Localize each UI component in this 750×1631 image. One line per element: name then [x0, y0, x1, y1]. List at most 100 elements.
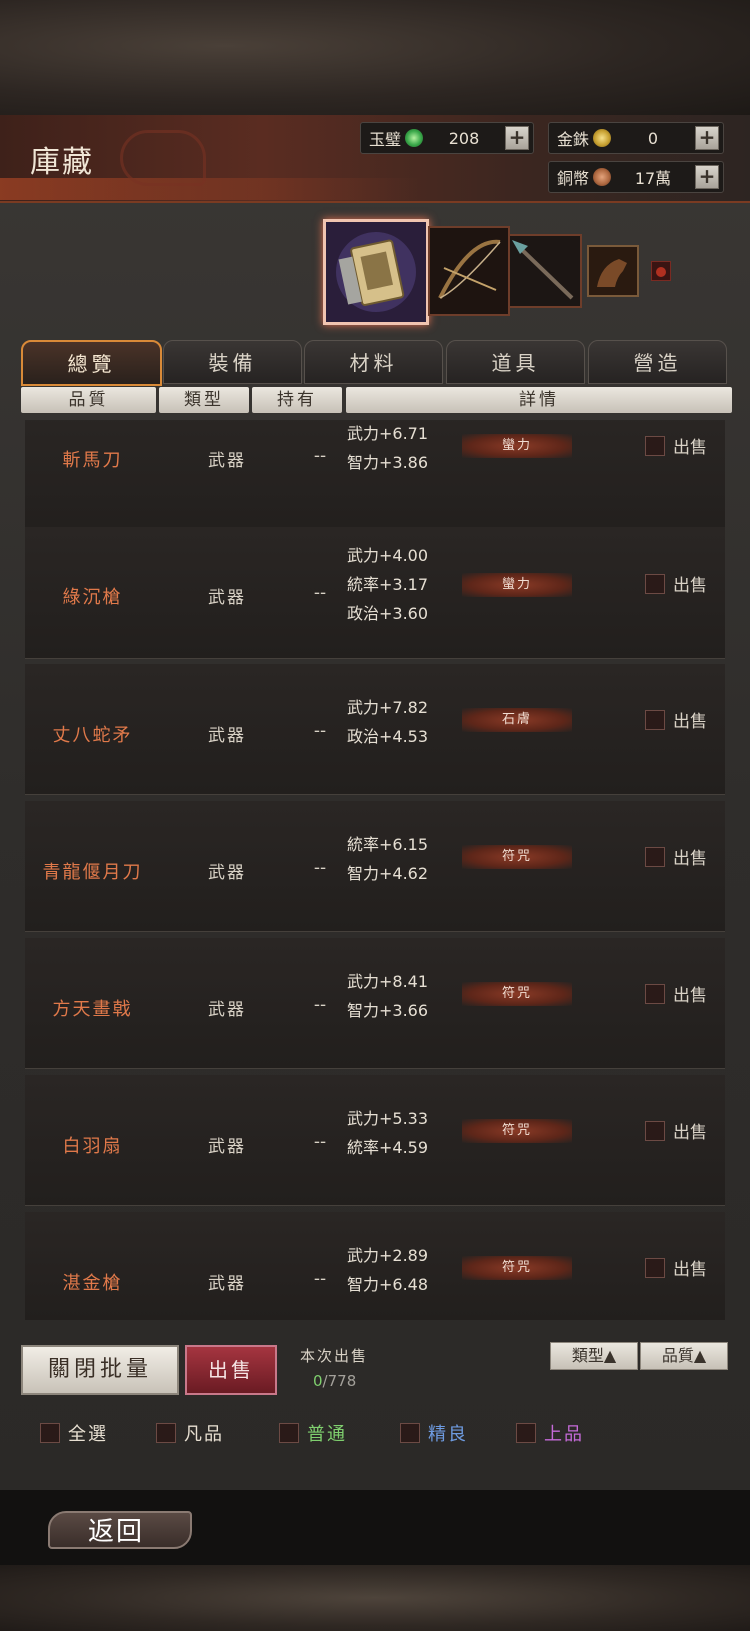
filter-normal[interactable]: 普通 [279, 1420, 347, 1446]
stat-line: 統率+3.17 [347, 575, 429, 594]
sort-by-type-button[interactable]: 類型▲ [550, 1342, 638, 1370]
sell-checkbox[interactable]: 出售 [645, 844, 707, 869]
filter-label: 全選 [68, 1424, 108, 1445]
stat-line: 武力+7.82 [347, 698, 429, 717]
currency-value: 208 [448, 128, 480, 148]
currency-label: 金銖 [557, 130, 590, 149]
column-holding[interactable]: 持有 [252, 387, 342, 413]
checkbox-icon[interactable] [645, 709, 665, 730]
add-jade-button[interactable]: + [505, 126, 529, 150]
tab-equipment[interactable]: 裝備 [163, 340, 302, 384]
item-type: 武器 [208, 451, 246, 471]
item-row[interactable]: 白羽扇 武器 -- 武力+5.33 統率+4.59 符咒 出售 [25, 1075, 725, 1206]
tab-overview[interactable]: 總覽 [21, 340, 162, 386]
category-spear-thumb[interactable] [508, 234, 582, 308]
item-row[interactable]: 湛金槍 武器 -- 武力+2.89 智力+6.48 符咒 出售 [25, 1212, 725, 1320]
item-stats: 武力+6.71 智力+3.86 [347, 420, 477, 477]
item-row[interactable]: 丈八蛇矛 武器 -- 武力+7.82 政治+4.53 石膚 出售 [25, 664, 725, 795]
checkbox-icon[interactable] [156, 1423, 176, 1443]
sell-label: 出售 [673, 1260, 707, 1280]
category-bow-thumb[interactable] [428, 226, 510, 316]
stat-line: 武力+6.71 [347, 424, 429, 443]
stat-line: 武力+4.00 [347, 546, 429, 565]
item-row[interactable]: 青龍偃月刀 武器 -- 統率+6.15 智力+4.62 符咒 出售 [25, 801, 725, 932]
sell-checkbox[interactable]: 出售 [645, 981, 707, 1006]
jade-coin-icon [405, 129, 424, 147]
item-stats: 統率+6.15 智力+4.62 [347, 830, 477, 888]
category-mount-thumb[interactable] [587, 245, 639, 297]
header-glow [0, 178, 420, 200]
category-book-thumb[interactable] [323, 219, 429, 325]
sell-label: 出售 [673, 576, 707, 596]
filter-superior[interactable]: 上品 [516, 1420, 584, 1446]
column-type[interactable]: 類型 [159, 387, 249, 413]
tab-items[interactable]: 道具 [446, 340, 585, 384]
book-icon [326, 222, 426, 322]
item-type: 武器 [208, 726, 246, 746]
sort-by-quality-button[interactable]: 品質▲ [640, 1342, 728, 1370]
item-list[interactable]: 斬馬刀 武器 -- 武力+6.71 智力+3.86 蠻力 出售 綠沉槍 武器 -… [25, 420, 725, 1320]
checkbox-icon[interactable] [645, 846, 665, 867]
checkbox-icon[interactable] [400, 1423, 420, 1443]
checkbox-icon[interactable] [645, 573, 665, 594]
add-gold-button[interactable]: + [695, 126, 719, 150]
currency-label: 銅幣 [557, 169, 590, 188]
stat-line: 武力+2.89 [347, 1246, 429, 1265]
sell-checkbox[interactable]: 出售 [645, 433, 707, 458]
filter-label: 精良 [428, 1424, 468, 1445]
stat-line: 政治+4.53 [347, 727, 429, 746]
item-row[interactable]: 綠沉槍 武器 -- 武力+4.00 統率+3.17 政治+3.60 蠻力 出售 [25, 527, 725, 659]
close-batch-button[interactable]: 關閉批量 [21, 1345, 179, 1395]
add-copper-button[interactable]: + [695, 165, 719, 189]
sell-checkbox[interactable]: 出售 [645, 1118, 707, 1143]
item-name: 方天畫戟 [52, 999, 133, 1020]
checkbox-icon[interactable] [645, 1120, 665, 1141]
stat-line: 統率+4.59 [347, 1138, 429, 1157]
item-type: 武器 [208, 1000, 246, 1020]
page-title: 庫藏 [30, 145, 94, 180]
item-type: 武器 [208, 588, 246, 608]
sell-label: 出售 [673, 1123, 707, 1143]
sell-checkbox[interactable]: 出售 [645, 707, 707, 732]
stat-line: 智力+4.62 [347, 864, 429, 883]
tab-construction[interactable]: 營造 [588, 340, 727, 384]
stat-line: 武力+5.33 [347, 1109, 429, 1128]
checkbox-icon[interactable] [279, 1423, 299, 1443]
item-type: 武器 [208, 1274, 246, 1294]
category-misc-thumb[interactable] [651, 261, 671, 281]
filter-select-all[interactable]: 全選 [40, 1420, 108, 1446]
stat-line: 武力+8.41 [347, 972, 429, 991]
item-name: 湛金槍 [62, 1273, 123, 1294]
item-skill-tag: 蠻力 [462, 573, 572, 597]
stat-line: 智力+3.66 [347, 1001, 429, 1020]
sell-checkbox[interactable]: 出售 [645, 571, 707, 596]
item-row[interactable]: 斬馬刀 武器 -- 武力+6.71 智力+3.86 蠻力 出售 [25, 420, 725, 541]
item-stats: 武力+2.89 智力+6.48 [347, 1241, 477, 1299]
checkbox-icon[interactable] [40, 1423, 60, 1443]
sell-checkbox[interactable]: 出售 [645, 1255, 707, 1280]
item-row[interactable]: 方天畫戟 武器 -- 武力+8.41 智力+3.66 符咒 出售 [25, 938, 725, 1069]
currency-value: 17萬 [634, 169, 672, 188]
spear-icon [510, 236, 580, 306]
pouch-icon [656, 267, 666, 277]
item-stats: 武力+8.41 智力+3.66 [347, 967, 477, 1025]
checkbox-icon[interactable] [645, 435, 665, 456]
column-details[interactable]: 詳情 [346, 387, 732, 413]
item-name: 白羽扇 [62, 1136, 123, 1157]
sell-button[interactable]: 出售 [185, 1345, 277, 1395]
filter-label: 上品 [544, 1424, 584, 1445]
copper-coin-icon [593, 168, 612, 186]
column-quality[interactable]: 品質 [21, 387, 156, 413]
filter-common[interactable]: 凡品 [156, 1420, 224, 1446]
back-button[interactable]: 返回 [48, 1505, 192, 1551]
item-skill-tag: 符咒 [462, 1256, 572, 1280]
item-type: 武器 [208, 1137, 246, 1157]
filter-fine[interactable]: 精良 [400, 1420, 468, 1446]
item-stats: 武力+5.33 統率+4.59 [347, 1104, 477, 1162]
stat-line: 智力+3.86 [347, 453, 429, 472]
checkbox-icon[interactable] [645, 1257, 665, 1278]
tab-materials[interactable]: 材料 [304, 340, 443, 384]
checkbox-icon[interactable] [516, 1423, 536, 1443]
checkbox-icon[interactable] [645, 983, 665, 1004]
item-name: 斬馬刀 [62, 450, 123, 471]
